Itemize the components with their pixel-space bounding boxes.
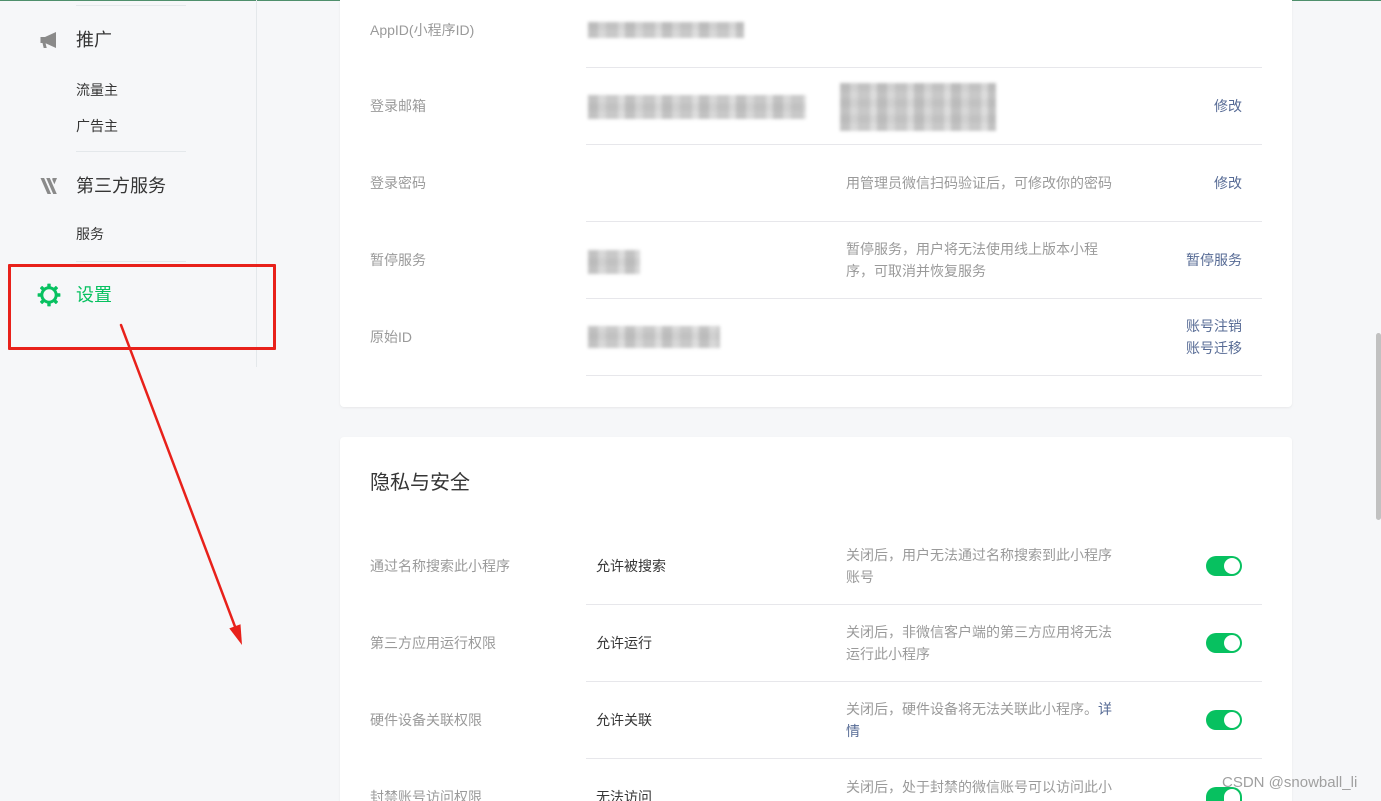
row-actions: 修改	[1214, 145, 1242, 221]
row-label: 原始ID	[370, 329, 412, 345]
toggle-knob	[1224, 712, 1240, 728]
row-label: 封禁账号访问权限	[370, 789, 482, 801]
original-id-row: 原始ID 账号注销 账号迁移	[340, 299, 1292, 376]
row-value: 允许运行	[596, 635, 652, 651]
modify-email-link[interactable]: 修改	[1214, 95, 1242, 117]
row-body: 无法访问 关闭后，处于封禁的微信账号可以访问此小	[586, 759, 1262, 801]
row-body: 允许被搜索 关闭后，用户无法通过名称搜索到此小程序账号	[586, 528, 1262, 605]
sidebar-divider	[76, 5, 186, 6]
sidebar-item-services[interactable]: 服务	[76, 224, 104, 244]
hardware-link-toggle[interactable]	[1206, 710, 1242, 730]
redacted-value	[588, 326, 720, 348]
migrate-account-link[interactable]: 账号迁移	[1186, 337, 1242, 359]
row-label: AppID(小程序ID)	[370, 22, 475, 38]
row-label: 登录邮箱	[370, 98, 426, 114]
toggle-knob	[1224, 635, 1240, 651]
row-body: 允许运行 关闭后，非微信客户端的第三方应用将无法运行此小程序	[586, 605, 1262, 682]
row-actions: 暂停服务	[1186, 222, 1242, 298]
description-text: 暂停服务，用户将无法使用线上版本小程序，可取消并恢复服务	[846, 241, 1098, 279]
row-body	[586, 0, 1262, 68]
description-text: 关闭后，硬件设备将无法关联此小程序。	[846, 701, 1098, 717]
redacted-value	[588, 22, 744, 38]
account-info-card: AppID(小程序ID) 登录邮箱 修改 登录密码 用管理员微信扫码验证后，可修…	[340, 0, 1292, 407]
row-value: 允许被搜索	[596, 558, 666, 574]
row-label: 通过名称搜索此小程序	[370, 558, 510, 574]
third-party-run-row: 第三方应用运行权限 允许运行 关闭后，非微信客户端的第三方应用将无法运行此小程序	[340, 605, 1292, 682]
row-value: 允许关联	[596, 712, 652, 728]
row-body: 暂停服务，用户将无法使用线上版本小程序，可取消并恢复服务 暂停服务	[586, 222, 1262, 299]
modify-password-link[interactable]: 修改	[1214, 172, 1242, 194]
sidebar: 推广 流量主 广告主 第三方服务 服务 设置	[0, 0, 256, 801]
banned-account-access-row: 封禁账号访问权限 无法访问 关闭后，处于封禁的微信账号可以访问此小	[340, 759, 1292, 801]
row-description: 关闭后，用户无法通过名称搜索到此小程序账号	[846, 528, 1118, 604]
row-description: 关闭后，处于封禁的微信账号可以访问此小	[846, 776, 1118, 801]
third-party-run-toggle[interactable]	[1206, 633, 1242, 653]
megaphone-icon	[38, 28, 62, 52]
row-actions: 修改	[1214, 68, 1242, 144]
redacted-value	[588, 95, 806, 119]
login-email-row: 登录邮箱 修改	[340, 68, 1292, 145]
row-label: 登录密码	[370, 175, 426, 191]
description-wrapper: 关闭后，硬件设备将无法关联此小程序。详情	[846, 698, 1118, 742]
annotation-highlight-box	[8, 264, 276, 350]
row-label: 硬件设备关联权限	[370, 712, 482, 728]
redacted-value	[840, 83, 996, 131]
row-description: 关闭后，硬件设备将无法关联此小程序。详情	[846, 682, 1118, 758]
row-label: 第三方应用运行权限	[370, 635, 496, 651]
sidebar-item-advertiser[interactable]: 广告主	[76, 116, 118, 136]
sidebar-item-traffic-owner[interactable]: 流量主	[76, 80, 118, 100]
search-by-name-toggle[interactable]	[1206, 556, 1242, 576]
watermark: CSDN @snowball_li	[1222, 774, 1358, 791]
row-body: 账号注销 账号迁移	[586, 299, 1262, 376]
description-text: 关闭后，非微信客户端的第三方应用将无法运行此小程序	[846, 624, 1112, 662]
row-label: 暂停服务	[370, 252, 426, 268]
toggle-cell	[1206, 682, 1242, 758]
redacted-value	[588, 250, 640, 274]
row-description: 用管理员微信扫码验证后，可修改你的密码	[846, 145, 1118, 221]
login-password-row: 登录密码 用管理员微信扫码验证后，可修改你的密码 修改	[340, 145, 1292, 222]
row-description: 关闭后，非微信客户端的第三方应用将无法运行此小程序	[846, 605, 1118, 681]
row-description: 暂停服务，用户将无法使用线上版本小程序，可取消并恢复服务	[846, 222, 1118, 298]
third-party-icon	[38, 174, 62, 198]
scrollbar-thumb[interactable]	[1376, 333, 1381, 520]
row-body: 修改	[586, 68, 1262, 145]
description-text: 用管理员微信扫码验证后，可修改你的密码	[846, 175, 1112, 191]
hardware-link-row: 硬件设备关联权限 允许关联 关闭后，硬件设备将无法关联此小程序。详情	[340, 682, 1292, 759]
toggle-cell	[1206, 528, 1242, 604]
search-by-name-row: 通过名称搜索此小程序 允许被搜索 关闭后，用户无法通过名称搜索到此小程序账号	[340, 528, 1292, 605]
row-actions: 账号注销 账号迁移	[1186, 299, 1242, 375]
appid-row: AppID(小程序ID)	[340, 0, 1292, 68]
sidebar-group-third-party: 第三方服务	[76, 176, 166, 196]
description-text: 关闭后，处于封禁的微信账号可以访问此小	[846, 779, 1112, 795]
toggle-cell	[1206, 605, 1242, 681]
description-text: 关闭后，用户无法通过名称搜索到此小程序账号	[846, 547, 1112, 585]
sidebar-divider	[76, 261, 186, 262]
row-value: 无法访问	[596, 789, 652, 801]
row-body: 允许关联 关闭后，硬件设备将无法关联此小程序。详情	[586, 682, 1262, 759]
suspend-service-link[interactable]: 暂停服务	[1186, 249, 1242, 271]
toggle-knob	[1224, 558, 1240, 574]
section-title: 隐私与安全	[370, 472, 470, 494]
cancel-account-link[interactable]: 账号注销	[1186, 315, 1242, 337]
row-body: 用管理员微信扫码验证后，可修改你的密码 修改	[586, 145, 1262, 222]
privacy-security-card: 隐私与安全 通过名称搜索此小程序 允许被搜索 关闭后，用户无法通过名称搜索到此小…	[340, 437, 1292, 801]
suspend-service-row: 暂停服务 暂停服务，用户将无法使用线上版本小程序，可取消并恢复服务 暂停服务	[340, 222, 1292, 299]
sidebar-group-promotion: 推广	[76, 30, 112, 50]
sidebar-divider	[76, 151, 186, 152]
